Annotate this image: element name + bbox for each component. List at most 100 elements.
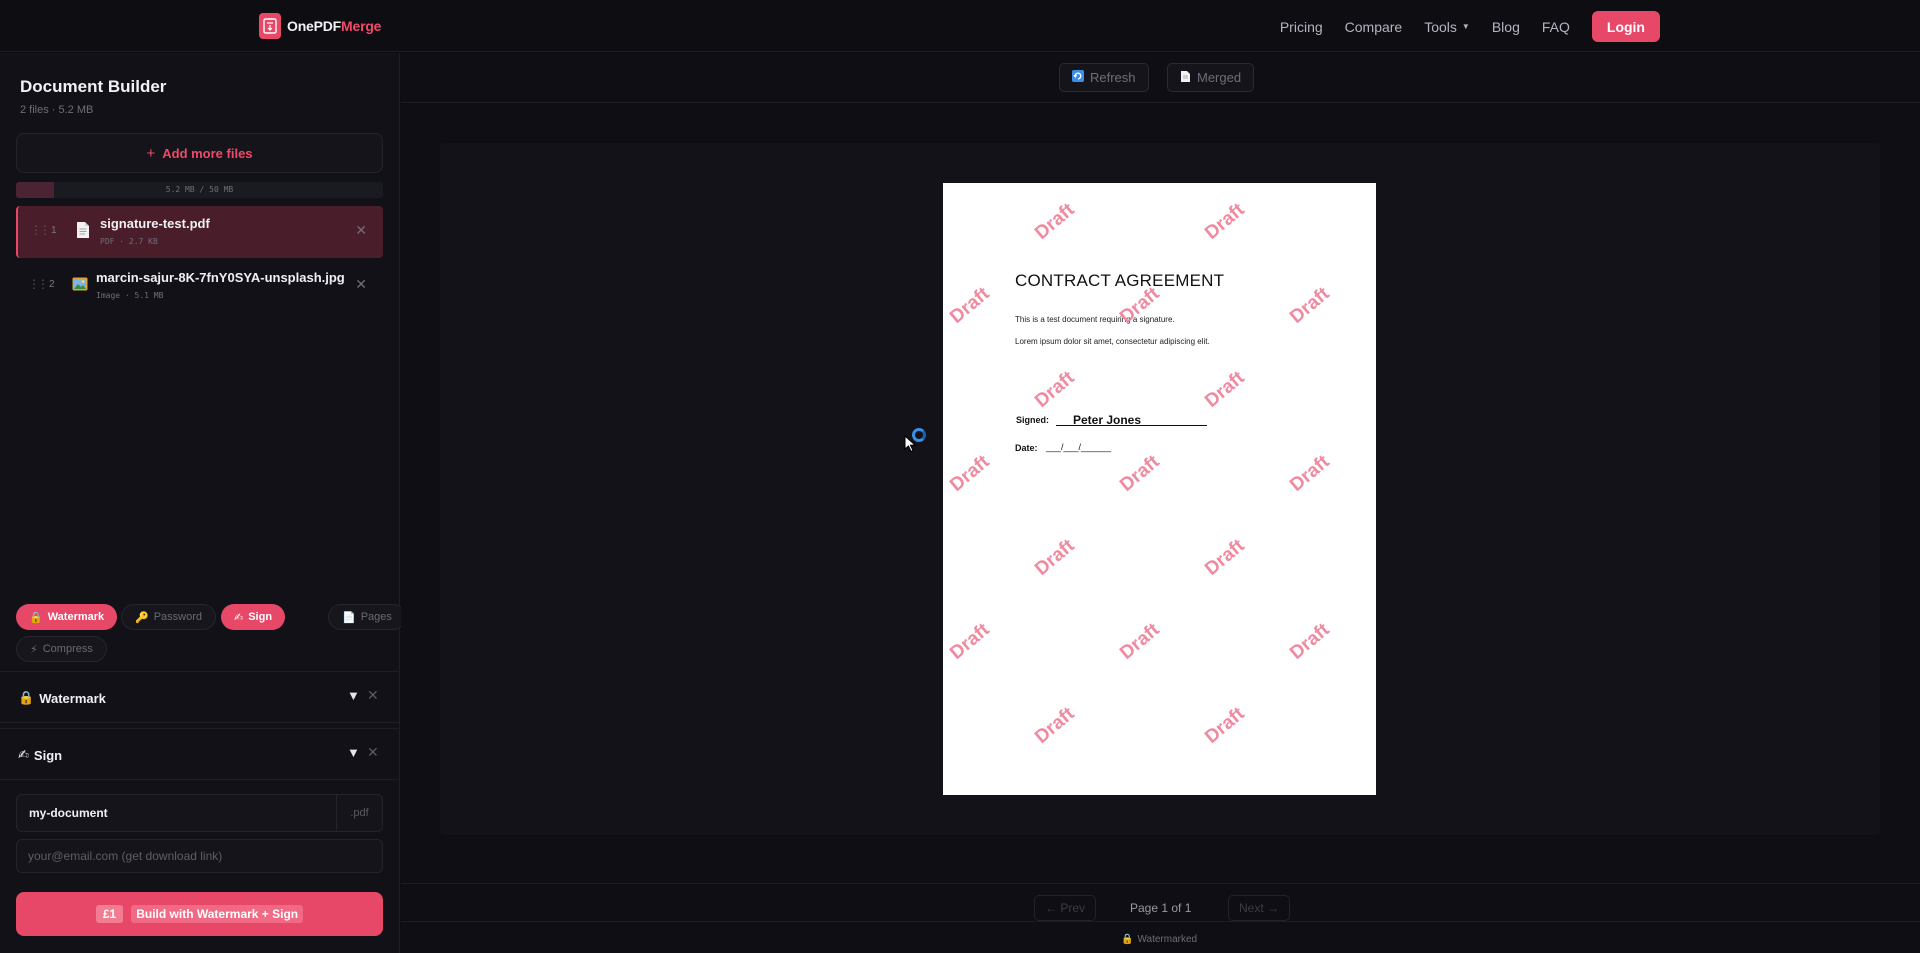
caret-down-icon: ▼ xyxy=(1461,22,1470,31)
email-input[interactable] xyxy=(17,840,382,872)
nav-tools-label: Tools xyxy=(1424,18,1457,35)
close-section-icon[interactable]: ✕ xyxy=(367,744,379,761)
key-icon: 🔑 xyxy=(135,611,149,624)
add-files-button[interactable]: + Add more files xyxy=(16,133,383,173)
file-name: marcin-sajur-8K-7fnY0SYA-unsplash.jpg xyxy=(96,270,345,285)
watermark-text: Draft xyxy=(1201,367,1249,412)
document-title: CONTRACT AGREEMENT xyxy=(1015,271,1225,290)
watermark-text: Draft xyxy=(1201,535,1249,580)
file-row[interactable]: ⋮⋮ 1 signature-test.pdf PDF · 2.7 KB ✕ xyxy=(16,206,383,258)
refresh-label: Refresh xyxy=(1090,70,1136,85)
tool-pill-label: Password xyxy=(153,611,202,623)
tool-pill-sign[interactable]: ✍ Sign xyxy=(221,604,286,630)
preview-toolbar: Refresh Merged xyxy=(401,53,1920,103)
tool-pill-watermark[interactable]: 🔒 Watermark xyxy=(16,604,118,630)
watermark-text: Draft xyxy=(946,619,994,664)
document-text-line: Lorem ipsum dolor sit amet, consectetur … xyxy=(1015,337,1210,346)
logo-document-icon xyxy=(259,13,281,39)
remove-file-icon[interactable]: ✕ xyxy=(355,222,367,239)
file-meta: Image · 5.1 MB xyxy=(96,291,164,300)
lock-icon: 🔒 xyxy=(29,611,43,624)
logo[interactable]: OnePDFMerge xyxy=(259,12,381,40)
tool-pill-password[interactable]: 🔑 Password xyxy=(121,604,216,630)
storage-usage-text: 5.2 MB / 50 MB xyxy=(165,185,234,194)
drag-handle-icon[interactable]: ⋮⋮ xyxy=(30,223,51,237)
close-section-icon[interactable]: ✕ xyxy=(367,687,379,704)
document-text-line: This is a test document requiring a sign… xyxy=(1015,315,1175,324)
date-label: Date: xyxy=(1015,443,1038,453)
watermark-text: Draft xyxy=(946,283,994,328)
next-page-button[interactable]: Next → xyxy=(1228,895,1291,921)
file-name: signature-test.pdf xyxy=(100,216,210,231)
plus-icon: + xyxy=(146,144,156,162)
watermark-section-header[interactable]: 🔒 Watermark ▼ ✕ xyxy=(0,671,399,723)
drag-handle-icon[interactable]: ⋮⋮ xyxy=(28,277,49,291)
nav-tools[interactable]: Tools ▼ xyxy=(1424,19,1470,35)
logo-text: OnePDFMerge xyxy=(287,18,382,34)
watermark-text: Draft xyxy=(1116,451,1164,496)
nav-faq[interactable]: FAQ xyxy=(1542,19,1570,35)
section-title-text: Watermark xyxy=(39,690,106,706)
build-button[interactable]: £1 Build with Watermark + Sign xyxy=(16,892,383,936)
watermarked-label: Watermarked xyxy=(1137,934,1198,945)
login-button[interactable]: Login xyxy=(1591,11,1660,42)
watermark-text: Draft xyxy=(1286,451,1334,496)
tool-pill-label: Sign xyxy=(248,611,273,623)
merged-button[interactable]: Merged xyxy=(1167,63,1255,92)
date-value: ___/___/______ xyxy=(1046,442,1112,452)
image-icon xyxy=(72,277,88,295)
tool-pill-label: Pages xyxy=(360,611,392,623)
filename-field: .pdf xyxy=(16,794,383,832)
build-label: Build with Watermark + Sign xyxy=(131,905,304,923)
watermarked-status: 🔒 Watermarked xyxy=(1121,934,1197,945)
pagination-bar: ← Prev Page 1 of 1 Next → xyxy=(401,883,1920,921)
sidebar-subtitle: 2 files · 5.2 MB xyxy=(20,104,94,116)
watermark-text: Draft xyxy=(1031,199,1079,244)
nav-blog[interactable]: Blog xyxy=(1492,19,1520,35)
signature-name: Peter Jones xyxy=(1073,413,1142,427)
footer-status: 🔒 Watermarked xyxy=(401,921,1920,953)
watermark-text: Draft xyxy=(1031,703,1079,748)
file-index: 2 xyxy=(49,279,55,290)
watermark-text: Draft xyxy=(1031,367,1079,412)
page-icon: 📄 xyxy=(342,611,356,624)
tool-pill-label: Watermark xyxy=(47,611,105,623)
sidebar-title: Document Builder xyxy=(20,77,167,96)
tool-pill-compress[interactable]: ⚡ Compress xyxy=(16,636,107,662)
prev-page-button[interactable]: ← Prev xyxy=(1034,895,1097,921)
expand-caret-icon[interactable]: ▼ xyxy=(347,688,360,703)
tool-pill-pages[interactable]: 📄 Pages xyxy=(328,604,406,630)
lock-icon: 🔒 xyxy=(18,690,35,705)
page-indicator: Page 1 of 1 xyxy=(1130,901,1192,915)
watermark-text: Draft xyxy=(1201,199,1249,244)
watermark-text: Draft xyxy=(946,451,994,496)
sidebar: Document Builder 2 files · 5.2 MB + Add … xyxy=(0,53,406,953)
document-icon xyxy=(76,221,90,239)
document-icon xyxy=(1180,70,1191,86)
section-title: 🔒 Watermark xyxy=(18,690,106,706)
expand-caret-icon[interactable]: ▼ xyxy=(347,745,360,760)
watermark-text: Draft xyxy=(1031,535,1079,580)
nav-compare[interactable]: Compare xyxy=(1345,19,1403,35)
watermark-text: Draft xyxy=(1201,703,1249,748)
watermark-text: Draft xyxy=(1286,619,1334,664)
section-title: ✍ Sign xyxy=(18,747,62,763)
file-index: 1 xyxy=(51,225,57,236)
lightning-icon: ⚡ xyxy=(30,643,38,656)
add-files-label: Add more files xyxy=(162,145,253,161)
tool-pill-label: Compress xyxy=(42,643,93,655)
pdf-page-preview: CONTRACT AGREEMENT This is a test docume… xyxy=(943,183,1376,795)
sign-section-header[interactable]: ✍ Sign ▼ ✕ xyxy=(0,728,399,780)
watermark-text: Draft xyxy=(1286,283,1334,328)
lock-icon: 🔒 xyxy=(1121,934,1134,945)
storage-usage-bar: 5.2 MB / 50 MB xyxy=(16,182,383,198)
file-row[interactable]: ⋮⋮ 2 marcin-sajur-8K-7fnY0SYA-unsplash.j… xyxy=(16,260,383,312)
remove-file-icon[interactable]: ✕ xyxy=(355,276,367,293)
filename-extension: .pdf xyxy=(336,795,382,831)
nav-pricing[interactable]: Pricing xyxy=(1280,19,1323,35)
refresh-icon xyxy=(1072,70,1084,85)
main-nav: Pricing Compare Tools ▼ Blog FAQ Login xyxy=(1280,11,1660,42)
filename-input[interactable] xyxy=(17,795,337,831)
refresh-button[interactable]: Refresh xyxy=(1059,63,1149,92)
build-price: £1 xyxy=(95,905,124,923)
